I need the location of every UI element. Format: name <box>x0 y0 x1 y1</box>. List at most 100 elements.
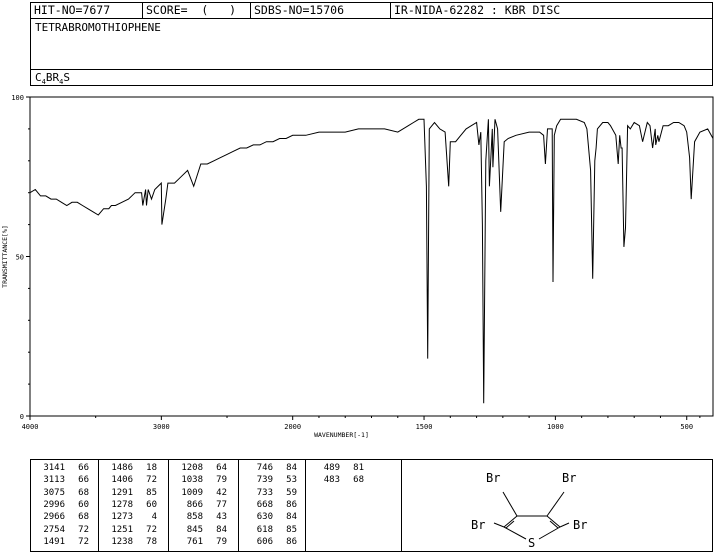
formula-part: BR <box>45 71 60 84</box>
x-tick-label: 1000 <box>547 423 564 431</box>
peak-wavenumber: 866 <box>186 499 203 510</box>
y-tick-label: 50 <box>16 254 24 262</box>
peak-transmittance: 84 <box>286 463 297 473</box>
peak-wavenumber: 746 <box>256 463 273 473</box>
peak-transmittance: 4 <box>151 512 157 523</box>
peak-wavenumber: 1009 <box>181 487 203 498</box>
hit-number: HIT-NO=7677 <box>31 3 143 18</box>
y-axis-label: TRANSMITTANCE[%] <box>1 225 9 288</box>
bond-c5-s <box>538 526 561 540</box>
peak-transmittance: 81 <box>353 463 364 473</box>
peak-wavenumber: 606 <box>256 536 273 547</box>
peak-transmittance: 60 <box>78 499 89 510</box>
peak-transmittance: 68 <box>353 475 364 486</box>
peak-transmittance: 59 <box>286 487 297 498</box>
atom-br: Br <box>486 471 500 485</box>
ir-method: IR-NIDA-62282 : KBR DISC <box>394 3 561 17</box>
peak-transmittance: 64 <box>216 463 227 473</box>
peak-transmittance: 18 <box>146 463 157 473</box>
peak-transmittance: 77 <box>216 499 227 510</box>
spectrum-line <box>29 118 714 404</box>
peak-transmittance: 86 <box>286 536 297 547</box>
compound-name-box: TETRABROMOTHIOPHENE <box>30 18 713 70</box>
peak-wavenumber: 1491 <box>43 536 65 547</box>
y-tick-label: 100 <box>11 94 24 102</box>
x-axis-label: WAVENUMBER[-1] <box>314 431 369 439</box>
peak-wavenumber: 630 <box>256 512 273 523</box>
bond-c2-br <box>493 522 505 528</box>
x-tick-label: 500 <box>680 423 693 431</box>
ir-spectrum-chart: 1005004000 3000 2000 1500 1000 500WAVENUMBER[… <box>1 94 714 439</box>
bond-c4-c5 <box>546 515 561 528</box>
molecule-structure: Br Br Br Br S <box>471 471 587 550</box>
peak-wavenumber: 1291 <box>111 487 133 498</box>
bond-c2-s <box>503 526 527 540</box>
peak-wavenumber: 1251 <box>111 524 133 535</box>
peak-transmittance: 72 <box>146 475 157 486</box>
peak-wavenumber: 1038 <box>181 475 203 486</box>
compound-name: TETRABROMOTHIOPHENE <box>35 21 161 34</box>
formula-box: C4BR4S <box>30 69 713 86</box>
y-tick-label: 0 <box>20 413 24 421</box>
peak-wavenumber: 1406 <box>111 475 133 486</box>
compound-formula: C4BR4S <box>35 71 70 86</box>
peak-wavenumber: 618 <box>256 524 273 535</box>
peak-transmittance: 68 <box>78 487 89 498</box>
atom-br: Br <box>573 518 587 532</box>
peak-transmittance: 84 <box>286 512 297 523</box>
peak-transmittance: 86 <box>286 499 297 510</box>
peak-transmittance: 43 <box>216 512 227 523</box>
peak-column: 746 84 739 53 733 59 668 86 630 84 618 85 606 86 <box>239 460 306 551</box>
x-tick-label: 1500 <box>416 423 433 431</box>
x-tick-label: 4000 <box>22 423 39 431</box>
score: SCORE= ( ) <box>143 3 251 18</box>
x-tick-label: 3000 <box>153 423 170 431</box>
peak-transmittance: 72 <box>78 536 89 547</box>
peak-wavenumber: 1273 <box>111 512 133 523</box>
peak-transmittance: 84 <box>216 524 227 535</box>
peak-transmittance: 72 <box>146 524 157 535</box>
peak-column: 1208 64 1038 79 1009 42 866 77 858 43 845 84 761 79 <box>169 460 239 551</box>
peak-wavenumber: 761 <box>186 536 203 547</box>
x-tick-label: 2000 <box>284 423 301 431</box>
peak-wavenumber: 739 <box>256 475 273 486</box>
formula-part: S <box>63 71 70 84</box>
peak-transmittance: 72 <box>78 524 89 535</box>
peak-wavenumber: 3113 <box>43 475 65 486</box>
peak-transmittance: 85 <box>146 487 157 498</box>
peak-wavenumber: 1208 <box>181 463 203 473</box>
peak-wavenumber: 3075 <box>43 487 65 498</box>
peak-wavenumber: 858 <box>186 512 203 523</box>
peak-transmittance: 53 <box>286 475 297 486</box>
peak-transmittance: 42 <box>216 487 227 498</box>
peak-wavenumber: 1278 <box>111 499 133 510</box>
peak-wavenumber: 2966 <box>43 512 65 523</box>
peak-transmittance: 85 <box>286 524 297 535</box>
peak-transmittance: 68 <box>78 512 89 523</box>
peak-transmittance: 79 <box>216 475 227 486</box>
bond-c5-br <box>559 522 570 528</box>
peak-transmittance: 66 <box>78 463 89 473</box>
peak-column: 3141 66 3113 66 3075 68 2996 60 2966 68 2754 72 1491… <box>31 460 99 551</box>
header-bar: HIT-NO=7677 SCORE= ( ) SDBS-NO=15706 IR-… <box>30 2 713 19</box>
peak-transmittance: 60 <box>146 499 157 510</box>
atom-br: Br <box>562 471 576 485</box>
peak-transmittance: 78 <box>146 536 157 547</box>
peak-wavenumber: 845 <box>186 524 203 535</box>
peak-wavenumber: 483 <box>323 475 340 486</box>
formula-part: C <box>35 71 42 84</box>
peak-wavenumber: 2754 <box>43 524 65 535</box>
peak-wavenumber: 2996 <box>43 499 65 510</box>
peak-transmittance: 79 <box>216 536 227 547</box>
peak-wavenumber: 1486 <box>111 463 133 473</box>
bond-br-c <box>502 491 518 517</box>
atom-br: Br <box>471 518 485 532</box>
bond-br-c <box>546 491 565 517</box>
bond-c3-c2 <box>503 515 518 528</box>
peak-transmittance: 66 <box>78 475 89 486</box>
peak-wavenumber: 1238 <box>111 536 133 547</box>
peak-column: 489 81 483 68 <box>306 460 402 551</box>
peak-wavenumber: 733 <box>256 487 273 498</box>
atom-s: S <box>528 536 535 550</box>
peak-column: 1486 18 1406 72 1291 85 1278 60 1273 4 1251 72 1238 7… <box>99 460 169 551</box>
